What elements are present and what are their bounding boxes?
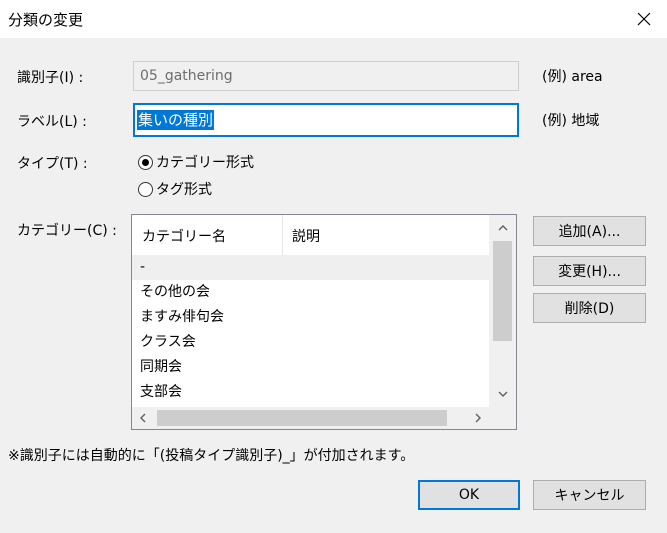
label-input[interactable]: 集いの種別	[133, 103, 519, 137]
edit-button[interactable]: 変更(H)...	[533, 256, 646, 286]
list-item[interactable]: その他の会	[132, 280, 489, 305]
scroll-left-icon	[140, 413, 146, 423]
close-button[interactable]	[621, 0, 667, 38]
list-item[interactable]: ますみ俳句会	[132, 305, 489, 330]
list-header: カテゴリー名 説明	[132, 215, 489, 256]
radio-dot	[142, 158, 149, 166]
list-item[interactable]: クラス会	[132, 330, 489, 355]
list-item[interactable]: 支部会	[132, 380, 489, 405]
list-item[interactable]: 同期会	[132, 355, 489, 380]
identifier-input[interactable]: 05_gathering	[133, 61, 519, 91]
radio-tag-format-label: タグ形式	[156, 182, 212, 198]
ok-button[interactable]: OK	[418, 480, 520, 510]
radio-tag-format[interactable]: タグ形式	[138, 179, 212, 199]
scroll-down-button[interactable]	[489, 381, 516, 407]
category-list[interactable]: カテゴリー名 説明 - その他の会 ますみ俳句会 クラス会 同期会 支部会	[131, 214, 517, 430]
scroll-right-button[interactable]	[467, 407, 489, 429]
column-header-name[interactable]: カテゴリー名	[142, 226, 226, 246]
title-bar: 分類の変更	[0, 0, 667, 38]
radio-circle	[138, 181, 153, 197]
identifier-note: ※識別子には自動的に「(投稿タイプ識別子)_」が付加されます。	[8, 448, 415, 464]
add-button[interactable]: 追加(A)...	[533, 216, 646, 246]
column-header-description[interactable]: 説明	[292, 226, 320, 246]
delete-button[interactable]: 削除(D)	[533, 293, 646, 323]
scroll-right-icon	[475, 413, 481, 423]
scroll-down-icon	[498, 391, 507, 397]
radio-circle	[138, 154, 153, 170]
radio-category-format-label: カテゴリー形式	[156, 155, 254, 171]
radio-category-format[interactable]: カテゴリー形式	[138, 152, 254, 172]
identifier-label: 識別子(I) :	[17, 70, 84, 86]
scroll-up-icon	[498, 225, 507, 231]
type-label: タイプ(T) :	[17, 156, 88, 172]
dialog-title: 分類の変更	[8, 11, 84, 29]
categories-label: カテゴリー(C) :	[17, 223, 117, 239]
label-example: (例) 地域	[542, 113, 600, 129]
column-separator[interactable]	[282, 215, 283, 255]
vertical-scroll-thumb[interactable]	[493, 241, 512, 341]
horizontal-scrollbar[interactable]	[132, 407, 489, 429]
scrollbar-corner	[489, 407, 516, 429]
horizontal-scroll-thumb[interactable]	[157, 410, 447, 426]
scroll-left-button[interactable]	[132, 407, 154, 429]
label-input-value: 集いの種別	[137, 110, 215, 130]
list-item[interactable]: -	[132, 255, 489, 280]
vertical-scrollbar[interactable]	[489, 215, 516, 407]
close-icon	[637, 12, 651, 26]
list-rows: - その他の会 ますみ俳句会 クラス会 同期会 支部会	[132, 255, 489, 405]
cancel-button[interactable]: キャンセル	[533, 480, 646, 510]
identifier-example: (例) area	[542, 69, 603, 85]
label-field-label: ラベル(L) :	[17, 114, 87, 130]
scroll-up-button[interactable]	[489, 215, 516, 241]
